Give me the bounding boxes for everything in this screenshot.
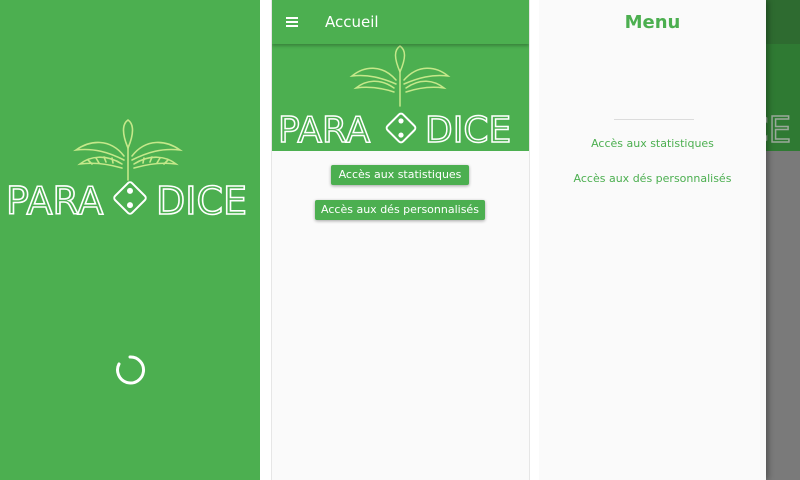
custom-dice-button[interactable]: Accès aux dés personnalisés	[315, 200, 485, 220]
drawer-title: Menu	[624, 12, 681, 33]
divider	[614, 119, 694, 120]
hamburger-menu-icon[interactable]	[284, 14, 302, 30]
page-title: Accueil	[325, 13, 379, 31]
navigation-drawer: Menu Accès aux statistiques Accès aux dé…	[539, 0, 766, 480]
svg-text:PARA: PARA	[278, 110, 371, 151]
home-screen: Accueil PARA DICE Accès aux statistiques	[271, 0, 530, 480]
app-bar: Accueil	[272, 0, 529, 44]
svg-text:DICE: DICE	[425, 110, 511, 151]
drawer-item-custom-dice[interactable]: Accès aux dés personnalisés	[539, 172, 766, 185]
drawer-screen: DICE Menu Accès aux statistiques Accès a…	[539, 0, 800, 480]
svg-text:DICE: DICE	[156, 179, 247, 218]
svg-text:PARA: PARA	[6, 179, 103, 218]
stats-button[interactable]: Accès aux statistiques	[331, 165, 469, 185]
paradice-logo: PARA DICE	[6, 116, 250, 218]
loading-spinner-icon	[114, 354, 146, 386]
drawer-item-stats[interactable]: Accès aux statistiques	[539, 137, 766, 150]
splash-screen: PARA DICE	[0, 0, 260, 480]
banner-logo: PARA DICE	[272, 44, 529, 151]
